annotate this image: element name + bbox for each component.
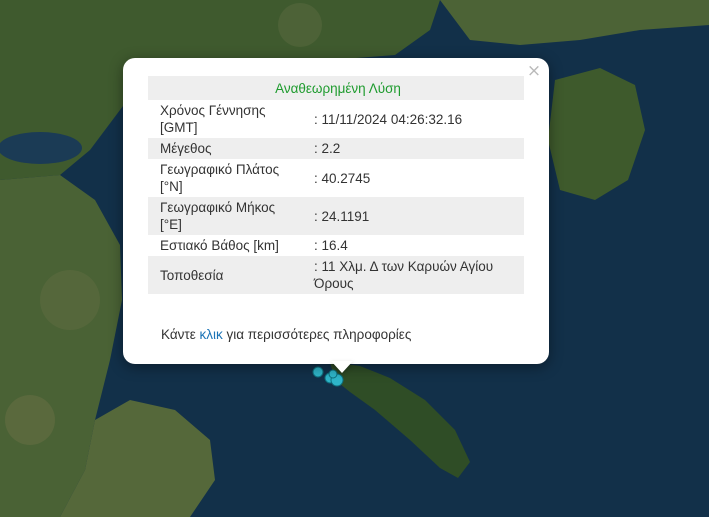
row-label: Μέγεθος (148, 138, 302, 159)
popup-title: Αναθεωρημένη Λύση (148, 76, 524, 100)
popup-footer: Κάντε κλικ για περισσότερες πληροφορίες (161, 327, 411, 342)
row-value: : 40.2745 (314, 170, 371, 186)
footer-prefix: Κάντε (161, 327, 200, 342)
row-label: Γεωγραφικό Μήκος [°E] (148, 197, 302, 235)
more-info-link[interactable]: κλικ (200, 327, 223, 342)
row-label: Γεωγραφικό Πλάτος [°N] (160, 162, 280, 194)
row-label: Εστιακό Βάθος [km] (160, 238, 279, 253)
table-row: Τοποθεσία : 11 Χλμ. Δ των Καρυών Αγίου Ό… (148, 256, 524, 294)
popup-tip (331, 361, 353, 373)
table-row: Γεωγραφικό Μήκος [°E] : 24.1191 (148, 197, 524, 235)
row-value: : 16.4 (314, 238, 348, 253)
table-row: Μέγεθος : 2.2 (148, 138, 524, 159)
row-label: Χρόνος Γέννησης [GMT] (160, 103, 266, 135)
row-value: : 11 Χλμ. Δ των Καρυών Αγίου Όρους (302, 256, 524, 294)
table-row: Εστιακό Βάθος [km] : 16.4 (148, 235, 524, 256)
close-icon[interactable]: × (525, 62, 543, 80)
row-value: : 11/11/2024 04:26:32.16 (314, 111, 463, 127)
earthquake-details-table: Αναθεωρημένη Λύση Χρόνος Γέννησης [GMT] … (148, 76, 524, 294)
lake (0, 132, 82, 164)
footer-suffix: για περισσότερες πληροφορίες (222, 327, 412, 342)
row-value: : 2.2 (302, 138, 524, 159)
earthquake-marker[interactable] (312, 366, 324, 378)
table-row: Γεωγραφικό Πλάτος [°N] : 40.2745 (148, 159, 524, 197)
earthquake-popup: × Αναθεωρημένη Λύση Χρόνος Γέννησης [GMT… (123, 58, 549, 364)
table-row: Χρόνος Γέννησης [GMT] : 11/11/2024 04:26… (148, 100, 524, 138)
row-label: Τοποθεσία (148, 256, 302, 294)
row-value: : 24.1191 (302, 197, 524, 235)
